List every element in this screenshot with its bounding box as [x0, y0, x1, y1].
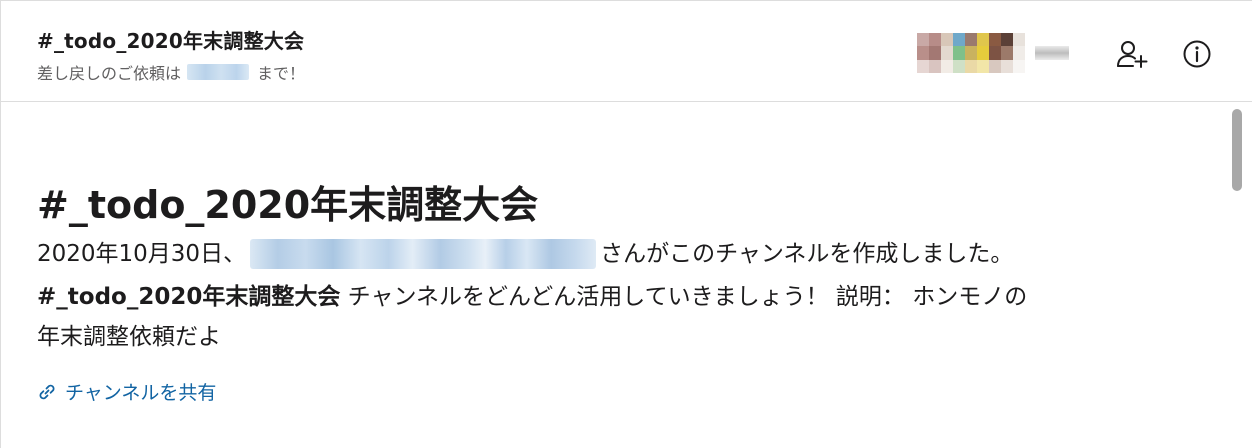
- channel-details-button[interactable]: [1180, 37, 1214, 71]
- person-plus-icon: [1117, 41, 1148, 68]
- description-text: チャンネルをどんどん活用していきましょう！ 説明： ホンモノの: [340, 284, 1028, 310]
- member-count: [1035, 46, 1069, 60]
- description-text-2: 年末調整依頼だよ: [37, 324, 221, 350]
- link-icon: [39, 384, 55, 399]
- channel-title[interactable]: #_todo_2020年末調整大会: [37, 25, 304, 54]
- topic-suffix: まで！: [257, 64, 306, 83]
- intro-title: #_todo_2020年末調整大会: [37, 183, 539, 227]
- description-channel-name: #_todo_2020年末調整大会: [37, 284, 341, 310]
- channel-topic[interactable]: 差し戻しのご依頼は まで！: [37, 60, 305, 84]
- channel-header: #_todo_2020年末調整大会 差し戻しのご依頼は まで！: [1, 1, 1252, 102]
- avatar: [917, 33, 1025, 73]
- info-icon: [1183, 40, 1211, 68]
- redacted-user-mention: [187, 64, 250, 80]
- creation-notice: 2020年10月30日、 さんがこのチャンネルを作成しました。: [37, 239, 1013, 269]
- creation-suffix: さんがこのチャンネルを作成しました。: [600, 241, 1014, 267]
- scrollbar-thumb[interactable]: [1232, 109, 1242, 191]
- channel-description-continued: 年末調整依頼だよ: [37, 322, 221, 352]
- channel-window: #_todo_2020年末調整大会 差し戻しのご依頼は まで！ #_todo_2…: [0, 0, 1252, 448]
- topic-prefix: 差し戻しのご依頼は: [37, 64, 182, 83]
- channel-description: #_todo_2020年末調整大会 チャンネルをどんどん活用していきましょう！ …: [37, 282, 1027, 312]
- add-member-button[interactable]: [1115, 37, 1149, 71]
- channel-intro: #_todo_2020年末調整大会 2020年10月30日、 さんがこのチャンネ…: [1, 102, 1252, 448]
- member-avatars[interactable]: [917, 33, 1069, 73]
- share-channel-link[interactable]: チャンネルを共有: [37, 378, 216, 405]
- redacted-creator-name[interactable]: [250, 239, 597, 269]
- share-channel-label: チャンネルを共有: [65, 382, 217, 404]
- creation-date: 2020年10月30日、: [37, 241, 247, 267]
